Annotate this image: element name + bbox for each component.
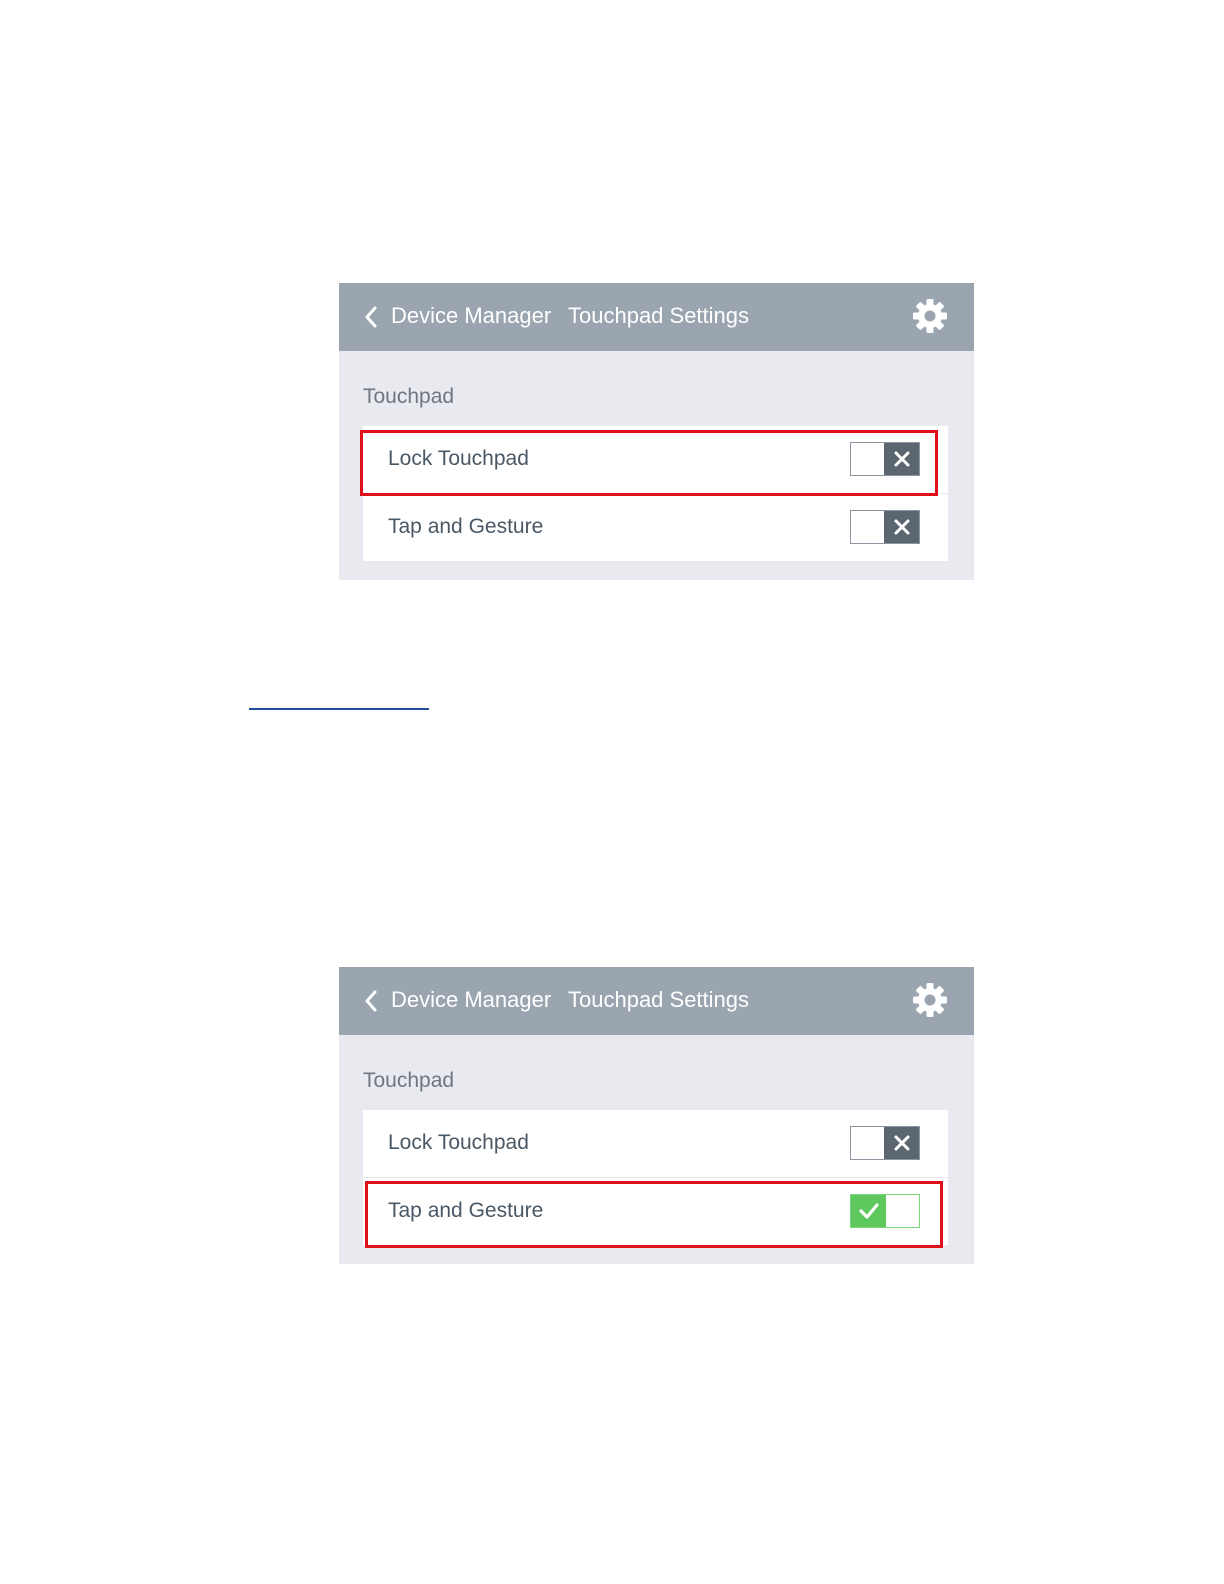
setting-label: Tap and Gesture bbox=[388, 515, 544, 538]
lock-touchpad-toggle[interactable] bbox=[850, 1126, 920, 1160]
setting-row-tap-and-gesture: Tap and Gesture bbox=[363, 493, 948, 561]
breadcrumb-device-manager[interactable]: Device Manager bbox=[391, 985, 551, 1015]
settings-list: Lock Touchpad Tap and Gesture bbox=[363, 1110, 948, 1245]
setting-row-tap-and-gesture: Tap and Gesture bbox=[363, 1177, 948, 1245]
section-title: Touchpad bbox=[363, 385, 455, 408]
setting-label: Lock Touchpad bbox=[388, 447, 529, 470]
setting-label: Tap and Gesture bbox=[388, 1199, 544, 1222]
chevron-left-icon[interactable] bbox=[363, 305, 379, 329]
tap-and-gesture-toggle[interactable] bbox=[850, 510, 920, 544]
x-icon bbox=[894, 1135, 909, 1151]
header-bar: Device Manager Touchpad Settings bbox=[339, 967, 974, 1035]
lock-touchpad-toggle[interactable] bbox=[850, 442, 920, 476]
breadcrumb-device-manager[interactable]: Device Manager bbox=[391, 301, 551, 331]
tap-and-gesture-toggle[interactable] bbox=[850, 1194, 920, 1228]
x-icon bbox=[894, 451, 909, 467]
setting-row-lock-touchpad: Lock Touchpad bbox=[363, 1110, 948, 1177]
setting-label: Lock Touchpad bbox=[388, 1131, 529, 1154]
checkmark-icon bbox=[858, 1203, 879, 1219]
gear-icon[interactable] bbox=[911, 981, 949, 1019]
page-title: Touchpad Settings bbox=[568, 987, 750, 1012]
toggle-knob bbox=[884, 1127, 919, 1159]
settings-list: Lock Touchpad Tap and Gesture bbox=[363, 426, 948, 561]
setting-row-lock-touchpad: Lock Touchpad bbox=[363, 426, 948, 493]
gear-icon[interactable] bbox=[911, 297, 949, 335]
header-bar: Device Manager Touchpad Settings bbox=[339, 283, 974, 351]
touchpad-settings-panel: Device Manager Touchpad Settings Touchpa… bbox=[339, 283, 974, 580]
toggle-knob bbox=[851, 1195, 886, 1227]
toggle-knob bbox=[884, 443, 919, 475]
toggle-knob bbox=[884, 511, 919, 543]
touchpad-settings-panel: Device Manager Touchpad Settings Touchpa… bbox=[339, 967, 974, 1264]
page-title: Touchpad Settings bbox=[568, 303, 750, 328]
section-title: Touchpad bbox=[363, 1069, 455, 1092]
chevron-left-icon[interactable] bbox=[363, 989, 379, 1013]
link-underline bbox=[249, 708, 429, 710]
x-icon bbox=[894, 519, 909, 535]
